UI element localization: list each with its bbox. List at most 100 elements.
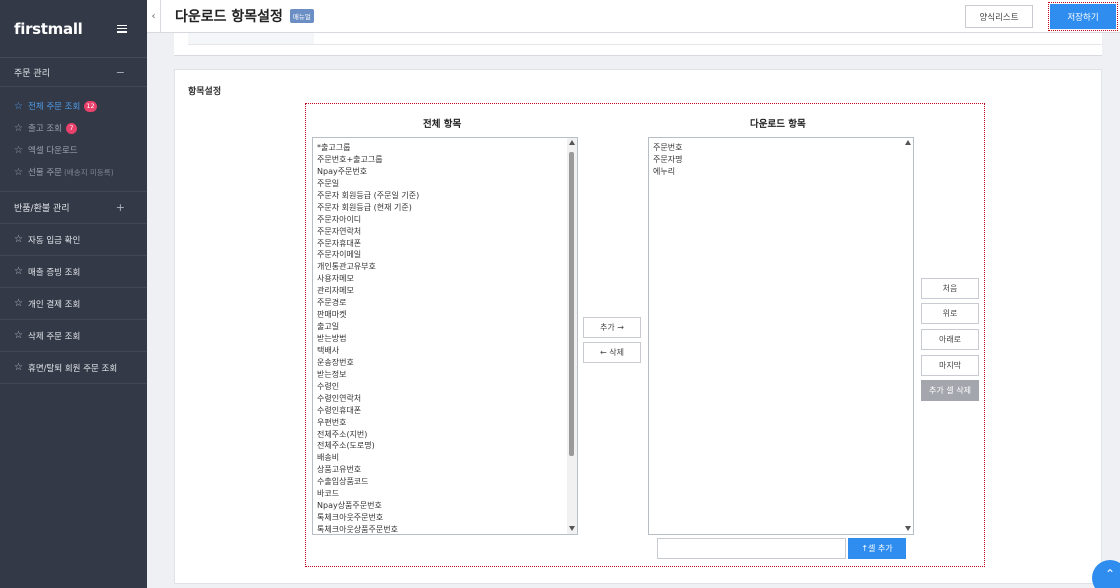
sidebar-item-label: 휴면/탈퇴 회원 주문 조회: [28, 363, 118, 374]
list-item[interactable]: 주문자휴대폰: [317, 238, 565, 250]
list-item[interactable]: 바코드: [317, 488, 565, 500]
list-item[interactable]: Npay상품주문번호: [317, 500, 565, 512]
list-item[interactable]: Npay주문번호: [317, 166, 565, 178]
sidebar-item-label: 개인 결제 조회: [28, 299, 81, 310]
star-icon[interactable]: ☆: [14, 101, 25, 112]
list-item[interactable]: 주문번호: [653, 142, 901, 154]
sidebar-item-dormant-orders[interactable]: ☆ 휴면/탈퇴 회원 주문 조회: [0, 352, 147, 384]
table-header-cell: [188, 33, 314, 45]
delete-added-cell-button[interactable]: 추가 셀 삭제: [921, 380, 979, 401]
download-items-listbox[interactable]: 주문번호 주문자명 에누리: [648, 137, 914, 535]
list-item[interactable]: 주문자명: [653, 154, 901, 166]
move-first-button[interactable]: 처음: [921, 278, 979, 299]
sidebar-item-shipments[interactable]: ☆ 출고 조회 7: [0, 117, 147, 139]
list-item[interactable]: 주문자연락처: [317, 226, 565, 238]
scrollbar[interactable]: [567, 138, 577, 534]
list-item[interactable]: 배송비: [317, 452, 565, 464]
list-item[interactable]: 택배사: [317, 345, 565, 357]
section-title: 항목설정: [188, 87, 222, 97]
item-settings-panel: 항목설정 전체 항목 *출고그룹 주문번호+출고그룹 Npay주문번호 주문일 주문자 …: [174, 69, 1102, 584]
logo[interactable]: firstmall: [14, 20, 83, 38]
scroll-down-icon[interactable]: [905, 526, 911, 531]
sidebar-item-note: (배송지 미등록): [63, 167, 114, 177]
top-bar: ‹ 다운로드 항목설정 매뉴얼 양식리스트 저장하기: [147, 0, 1120, 33]
list-item[interactable]: 주문자아이디: [317, 214, 565, 226]
add-item-button[interactable]: 추가 →: [583, 317, 641, 338]
list-item[interactable]: *출고그룹: [317, 142, 565, 154]
move-down-button[interactable]: 아래로: [921, 329, 979, 350]
all-items-list: *출고그룹 주문번호+출고그룹 Npay주문번호 주문일 주문자 회원등급 (주문일 기…: [317, 142, 565, 536]
form-list-button[interactable]: 양식리스트: [965, 5, 1033, 28]
sidebar-item-label: 자동 입금 확인: [28, 235, 81, 246]
sidebar-item-gift-orders[interactable]: ☆ 선물 주문 (배송지 미등록): [0, 161, 147, 183]
star-icon[interactable]: ☆: [14, 330, 25, 341]
sidebar-item-label: 출고 조회: [28, 124, 62, 134]
scroll-thumb[interactable]: [569, 152, 574, 456]
list-item[interactable]: 전체주소(도로명): [317, 440, 565, 452]
list-item[interactable]: 관리자메모: [317, 285, 565, 297]
list-item[interactable]: 에누리: [653, 166, 901, 178]
cell-name-input[interactable]: [657, 538, 846, 559]
list-item[interactable]: 출고일: [317, 321, 565, 333]
sidebar-section-order[interactable]: 주문 관리 −: [0, 58, 147, 87]
sidebar-item-sales-receipts[interactable]: ☆ 매출 증빙 조회: [0, 256, 147, 288]
star-icon[interactable]: ☆: [14, 234, 25, 245]
list-item[interactable]: 수령인연락처: [317, 393, 565, 405]
add-cell-button[interactable]: ↑셀 추가: [848, 538, 906, 559]
scroll-up-icon[interactable]: [569, 140, 575, 145]
star-icon[interactable]: ☆: [14, 362, 25, 373]
list-item[interactable]: 운송장번호: [317, 357, 565, 369]
list-item[interactable]: 전체주소(지번): [317, 429, 565, 441]
remove-item-button[interactable]: ← 삭제: [583, 342, 641, 363]
list-item[interactable]: 주문경로: [317, 297, 565, 309]
count-badge: 12: [84, 100, 97, 112]
list-item[interactable]: 상품고유번호: [317, 464, 565, 476]
manual-tag[interactable]: 매뉴얼: [289, 9, 314, 23]
list-item[interactable]: 톡체크아웃상품주문번호: [317, 524, 565, 536]
sidebar-item-excel-download[interactable]: ☆ 엑셀 다운로드: [0, 139, 147, 161]
star-icon[interactable]: ☆: [14, 145, 25, 156]
list-item[interactable]: 주문번호+출고그룹: [317, 154, 565, 166]
list-item[interactable]: 수령인휴대폰: [317, 405, 565, 417]
divider: [314, 44, 1102, 45]
sidebar-item-auto-deposit[interactable]: ☆ 자동 입금 확인: [0, 224, 147, 256]
list-item[interactable]: 판매마켓: [317, 309, 565, 321]
expand-icon[interactable]: +: [116, 201, 125, 214]
scroll-down-icon[interactable]: [569, 526, 575, 531]
scroll-up-icon[interactable]: [905, 140, 911, 145]
move-up-button[interactable]: 위로: [921, 303, 979, 324]
sidebar-item-label: 엑셀 다운로드: [28, 146, 78, 156]
move-last-button[interactable]: 마지막: [921, 355, 979, 376]
hamburger-menu-icon[interactable]: [117, 24, 127, 33]
sidebar-item-label: 전체 주문 조회: [28, 102, 81, 112]
star-icon[interactable]: ☆: [14, 167, 25, 178]
list-item[interactable]: 우편번호: [317, 417, 565, 429]
collapse-icon[interactable]: −: [116, 66, 125, 79]
logo-row: firstmall: [0, 0, 147, 58]
sidebar-item-all-orders[interactable]: ☆ 전체 주문 조회 12: [0, 95, 147, 117]
list-item[interactable]: 수출입상품코드: [317, 476, 565, 488]
save-button[interactable]: 저장하기: [1048, 2, 1118, 31]
star-icon[interactable]: ☆: [14, 123, 25, 134]
all-items-listbox[interactable]: *출고그룹 주문번호+출고그룹 Npay주문번호 주문일 주문자 회원등급 (주문일 기…: [312, 137, 578, 535]
list-item[interactable]: 톡체크아웃주문번호: [317, 512, 565, 524]
list-item[interactable]: 받는정보: [317, 369, 565, 381]
scrollbar[interactable]: [903, 138, 913, 534]
star-icon[interactable]: ☆: [14, 266, 25, 277]
list-item[interactable]: 사용자메모: [317, 273, 565, 285]
list-item[interactable]: 수령인: [317, 381, 565, 393]
star-icon[interactable]: ☆: [14, 298, 25, 309]
chevron-left-icon[interactable]: ‹: [147, 0, 161, 33]
download-items-list: 주문번호 주문자명 에누리: [653, 142, 901, 178]
list-item[interactable]: 개인통관고유부호: [317, 261, 565, 273]
sidebar-item-deleted-orders[interactable]: ☆ 삭제 주문 조회: [0, 320, 147, 352]
list-item[interactable]: 주문자 회원등급 (주문일 기준): [317, 190, 565, 202]
list-item[interactable]: 받는방법: [317, 333, 565, 345]
page-title: 다운로드 항목설정: [175, 9, 283, 25]
sidebar-item-personal-payments[interactable]: ☆ 개인 결제 조회: [0, 288, 147, 320]
sidebar-section-label: 반품/환불 관리: [14, 204, 70, 214]
list-item[interactable]: 주문자 회원등급 (현재 기준): [317, 202, 565, 214]
list-item[interactable]: 주문자이메일: [317, 249, 565, 261]
sidebar-section-refund[interactable]: 반품/환불 관리 +: [0, 192, 147, 224]
list-item[interactable]: 주문일: [317, 178, 565, 190]
